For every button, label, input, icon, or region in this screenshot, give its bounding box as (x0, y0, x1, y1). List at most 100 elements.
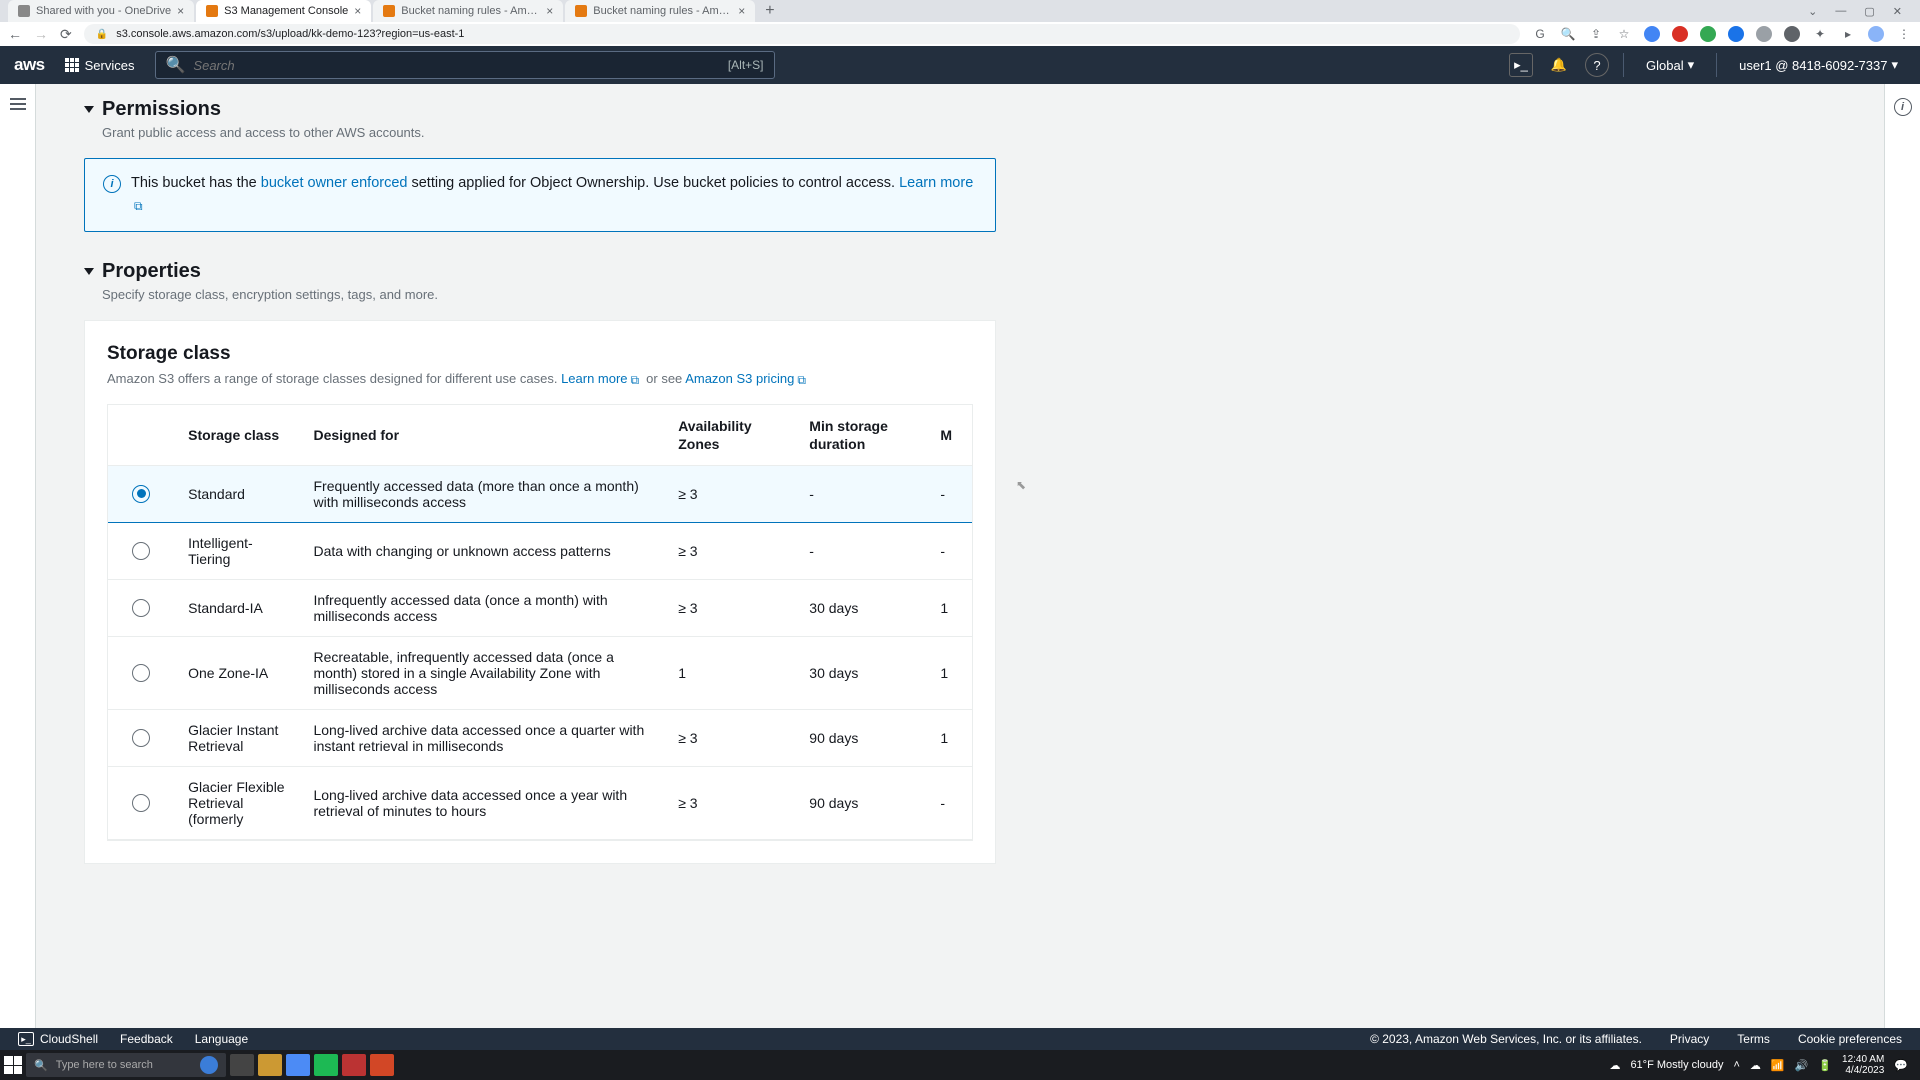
battery-icon[interactable]: 🔋 (1818, 1059, 1832, 1072)
close-icon[interactable]: ✕ (1893, 5, 1902, 18)
ext-icon[interactable] (1644, 26, 1660, 42)
search-input[interactable] (193, 58, 719, 73)
ext-icon[interactable] (1700, 26, 1716, 42)
ext-icon[interactable] (1756, 26, 1772, 42)
radio-button[interactable] (132, 729, 150, 747)
radio-button[interactable] (132, 599, 150, 617)
copyright-text: © 2023, Amazon Web Services, Inc. or its… (1370, 1032, 1642, 1046)
terms-link[interactable]: Terms (1737, 1032, 1770, 1046)
aws-icon (383, 5, 395, 17)
help-icon[interactable]: ? (1585, 53, 1609, 77)
weather-icon[interactable]: ☁ (1609, 1059, 1620, 1072)
storage-class-dur: 30 days (795, 579, 926, 636)
storage-class-desc: Recreatable, infrequently accessed data … (299, 636, 664, 709)
ext-icon[interactable] (1784, 26, 1800, 42)
spotify-icon[interactable] (314, 1054, 338, 1076)
privacy-link[interactable]: Privacy (1670, 1032, 1709, 1046)
ext-icon[interactable] (1672, 26, 1688, 42)
storage-class-desc: Long-lived archive data accessed once a … (299, 766, 664, 839)
notifications-icon[interactable]: 💬 (1894, 1059, 1908, 1072)
star-icon[interactable]: ☆ (1616, 26, 1632, 42)
table-row[interactable]: Standard-IAInfrequently accessed data (o… (108, 579, 972, 636)
powerpoint-icon[interactable] (370, 1054, 394, 1076)
forward-button[interactable]: → (34, 26, 48, 42)
help-panel-toggle[interactable]: i (1884, 84, 1920, 1028)
taskbar-search-placeholder: Type here to search (56, 1059, 153, 1071)
table-row[interactable]: Intelligent-TieringData with changing or… (108, 522, 972, 579)
url-field[interactable]: 🔒 s3.console.aws.amazon.com/s3/upload/kk… (84, 24, 1520, 44)
language-link[interactable]: Language (195, 1032, 248, 1046)
bell-icon[interactable]: 🔔 (1547, 53, 1571, 77)
profile-icon[interactable] (1868, 26, 1884, 42)
wifi-icon[interactable]: 📶 (1771, 1059, 1785, 1072)
radio-button[interactable] (132, 794, 150, 812)
maximize-icon[interactable]: ▢ (1864, 5, 1874, 18)
permissions-header[interactable]: Permissions (84, 98, 1856, 121)
puzzle-icon[interactable]: ✦ (1812, 26, 1828, 42)
properties-header[interactable]: Properties (84, 260, 1856, 283)
sidebar-toggle[interactable] (0, 84, 36, 1028)
region-selector[interactable]: Global ▾ (1638, 57, 1702, 73)
search-shortcut: [Alt+S] (728, 58, 764, 72)
aws-logo[interactable]: aws (14, 55, 45, 75)
close-icon[interactable]: × (738, 4, 745, 18)
services-button[interactable]: Services (59, 54, 141, 77)
terminal-icon: ▸_ (18, 1032, 34, 1046)
close-icon[interactable]: × (546, 4, 553, 18)
taskbar-search[interactable]: 🔍Type here to search (26, 1053, 226, 1077)
col-storage-class: Storage class (174, 405, 299, 466)
bookmark-icon[interactable]: ▸ (1840, 26, 1856, 42)
cookie-prefs-link[interactable]: Cookie preferences (1798, 1032, 1902, 1046)
chevron-down-icon[interactable]: ⌄ (1808, 5, 1817, 18)
table-row[interactable]: Glacier Instant RetrievalLong-lived arch… (108, 709, 972, 766)
main-row: Permissions Grant public access and acce… (0, 84, 1920, 1028)
close-icon[interactable]: × (354, 4, 361, 18)
share-icon[interactable]: ⇪ (1588, 26, 1604, 42)
ext-icon[interactable] (1728, 26, 1744, 42)
pricing-link[interactable]: Amazon S3 pricing (685, 371, 809, 386)
table-row[interactable]: Glacier Flexible Retrieval (formerlyLong… (108, 766, 972, 839)
volume-icon[interactable]: 🔊 (1795, 1059, 1809, 1072)
app-icon[interactable] (342, 1054, 366, 1076)
back-button[interactable]: ← (8, 26, 22, 42)
tray-clock[interactable]: 12:40 AM4/4/2023 (1842, 1054, 1884, 1076)
aws-footer: ▸_CloudShell Feedback Language © 2023, A… (0, 1028, 1920, 1050)
browser-tab[interactable]: Shared with you - OneDrive× (8, 0, 194, 22)
table-header-row: Storage class Designed for Availability … (108, 405, 972, 466)
reload-button[interactable]: ⟳ (60, 26, 72, 43)
storage-class-name: One Zone-IA (174, 636, 299, 709)
menu-icon[interactable]: ⋮ (1896, 26, 1912, 42)
tray-date: 4/4/2023 (1842, 1065, 1884, 1076)
chevron-up-icon[interactable]: ˄ (1733, 1059, 1739, 1071)
browser-tab[interactable]: Bucket naming rules - Amazon S...× (565, 0, 755, 22)
task-view-icon[interactable] (230, 1054, 254, 1076)
start-button[interactable] (4, 1056, 22, 1074)
col-min-duration: Min storage duration (795, 405, 926, 466)
cloudshell-icon[interactable]: ▸_ (1509, 53, 1533, 77)
feedback-link[interactable]: Feedback (120, 1032, 173, 1046)
browser-chrome: Shared with you - OneDrive× S3 Managemen… (0, 0, 1920, 46)
weather-text[interactable]: 61°F Mostly cloudy (1630, 1059, 1723, 1071)
cloudshell-button[interactable]: ▸_CloudShell (18, 1032, 98, 1046)
radio-button[interactable] (132, 485, 150, 503)
explorer-icon[interactable] (258, 1054, 282, 1076)
browser-tab[interactable]: S3 Management Console× (196, 0, 371, 22)
bucket-owner-enforced-link[interactable]: bucket owner enforced (261, 175, 408, 191)
user-selector[interactable]: user1 @ 8418-6092-7337 ▾ (1731, 57, 1906, 73)
close-icon[interactable]: × (177, 4, 184, 18)
google-icon[interactable]: G (1532, 26, 1548, 42)
search-icon[interactable]: 🔍 (1560, 26, 1576, 42)
learn-more-link[interactable]: Learn more (561, 371, 642, 386)
radio-button[interactable] (132, 542, 150, 560)
browser-tab[interactable]: Bucket naming rules - Amazon S...× (373, 0, 563, 22)
radio-button[interactable] (132, 664, 150, 682)
tab-strip: Shared with you - OneDrive× S3 Managemen… (0, 0, 1920, 22)
minimize-icon[interactable]: — (1835, 5, 1846, 18)
chrome-icon[interactable] (286, 1054, 310, 1076)
table-row[interactable]: StandardFrequently accessed data (more t… (108, 465, 972, 522)
search-box[interactable]: 🔍 [Alt+S] (155, 51, 775, 79)
table-row[interactable]: One Zone-IARecreatable, infrequently acc… (108, 636, 972, 709)
onedrive-icon[interactable]: ☁ (1750, 1059, 1761, 1072)
new-tab-button[interactable]: + (757, 0, 782, 22)
storage-class-last: 1 (926, 709, 972, 766)
